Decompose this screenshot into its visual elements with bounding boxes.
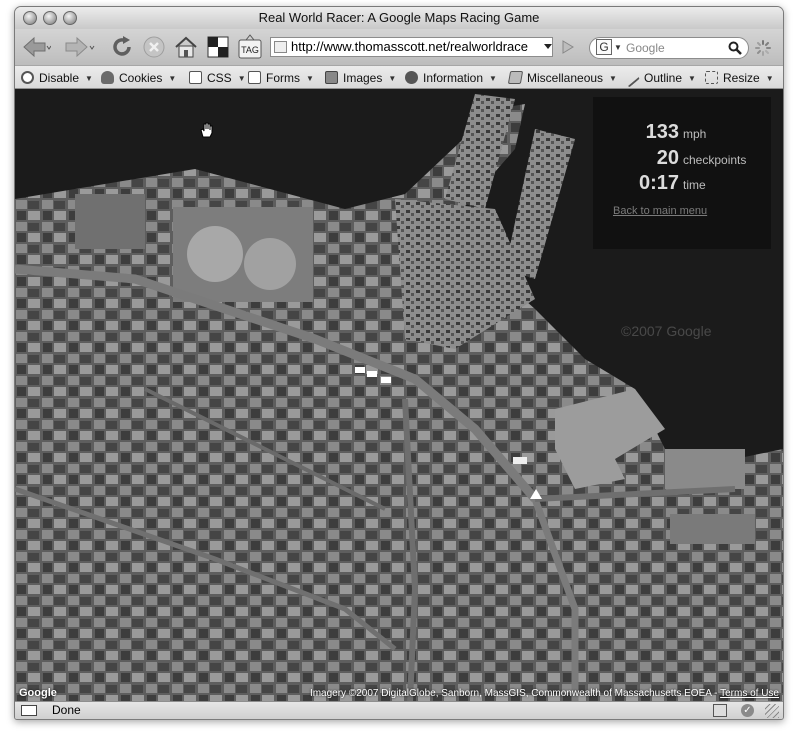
title-bar: Real World Racer: A Google Maps Racing G… bbox=[15, 7, 783, 29]
wd-miscellaneous-label: Miscellaneous bbox=[527, 71, 604, 85]
wd-outline-label: Outline bbox=[644, 71, 683, 85]
reload-icon bbox=[113, 36, 131, 56]
web-developer-toolbar: Disable ▼ Cookies ▼ CSS ▼ Forms ▼ Images ▼ In… bbox=[15, 65, 783, 89]
page-info-icon[interactable] bbox=[21, 705, 37, 716]
chevron-down-icon: ▼ bbox=[688, 74, 696, 83]
search-icon[interactable] bbox=[728, 41, 742, 55]
chevron-down-icon: ▼ bbox=[168, 74, 177, 83]
wd-miscellaneous-menu[interactable]: Miscellaneous ▼ bbox=[507, 70, 617, 86]
wd-disable-menu[interactable]: Disable ▼ bbox=[21, 70, 93, 86]
back-to-main-menu-link[interactable]: Back to main menu bbox=[613, 205, 707, 217]
checkpoints-value: 20 bbox=[656, 147, 679, 169]
reload-button[interactable] bbox=[109, 34, 135, 60]
hand-cursor-icon bbox=[200, 122, 213, 138]
map-attribution: Imagery ©2007 DigitalGlobe, Sanborn, Mas… bbox=[310, 688, 779, 699]
navigation-toolbar: TAG http://www.thomasscott.net/realworld… bbox=[15, 29, 783, 65]
wd-disable-label: Disable bbox=[39, 71, 80, 85]
search-placeholder: Google bbox=[626, 41, 665, 55]
wd-css-label: CSS bbox=[207, 71, 232, 85]
forward-button[interactable] bbox=[59, 34, 99, 60]
chevron-down-icon: ▼ bbox=[489, 74, 497, 83]
chevron-down-icon: ▼ bbox=[85, 74, 93, 83]
terms-of-use-link[interactable]: Terms of Use bbox=[720, 688, 779, 699]
time-unit: time bbox=[683, 178, 706, 192]
window-title: Real World Racer: A Google Maps Racing G… bbox=[258, 10, 540, 25]
wd-images-menu[interactable]: Images ▼ bbox=[325, 70, 396, 86]
resize-grip-icon[interactable] bbox=[765, 704, 779, 718]
wd-information-label: Information bbox=[423, 71, 484, 85]
close-window-button[interactable] bbox=[23, 11, 37, 25]
wd-information-menu[interactable]: Information ▼ bbox=[405, 70, 497, 86]
satellite-map[interactable]: ©2007 Google 133 mph 20 checkpoints 0:17… bbox=[15, 89, 783, 701]
search-field[interactable]: G ▼ Google bbox=[589, 37, 749, 59]
css-icon bbox=[189, 71, 202, 84]
wd-images-label: Images bbox=[343, 71, 383, 85]
wd-forms-label: Forms bbox=[266, 71, 300, 85]
disable-icon bbox=[21, 71, 34, 84]
bookmark-checker-button[interactable] bbox=[205, 34, 231, 60]
check-icon[interactable]: ✓ bbox=[741, 704, 754, 717]
url-field[interactable]: http://www.thomasscott.net/realworldrace bbox=[270, 37, 553, 57]
resize-icon bbox=[705, 71, 718, 84]
checkerboard-icon bbox=[207, 36, 229, 58]
images-icon bbox=[325, 71, 338, 84]
map-watermark: ©2007 Google bbox=[621, 323, 712, 339]
checkpoints-unit: checkpoints bbox=[683, 153, 747, 167]
race-hud-panel: 133 mph 20 checkpoints 0:17 time Back to… bbox=[593, 97, 771, 249]
miscellaneous-icon bbox=[507, 71, 524, 84]
google-logo[interactable]: Google bbox=[19, 687, 57, 699]
cookies-icon bbox=[101, 71, 114, 84]
loading-throbber-icon bbox=[755, 40, 771, 56]
chevron-down-icon: ▼ bbox=[306, 74, 314, 83]
wd-cookies-label: Cookies bbox=[119, 71, 163, 85]
home-button[interactable] bbox=[173, 34, 199, 60]
wd-resize-label: Resize bbox=[723, 71, 760, 85]
attribution-text: Imagery ©2007 DigitalGlobe, Sanborn, Mas… bbox=[309, 688, 721, 699]
stop-icon bbox=[143, 36, 165, 58]
status-bar: Done ✓ bbox=[15, 701, 783, 719]
back-button[interactable] bbox=[19, 34, 53, 60]
stop-button[interactable] bbox=[141, 34, 167, 60]
chevron-down-icon: ▼ bbox=[237, 74, 246, 83]
wd-resize-menu[interactable]: Resize ▼ bbox=[705, 70, 774, 86]
chevron-down-icon: ▼ bbox=[388, 74, 397, 83]
search-engine-dropdown-icon[interactable]: ▼ bbox=[614, 38, 622, 58]
chevron-down-icon: ▼ bbox=[609, 74, 617, 83]
forms-icon bbox=[248, 71, 261, 84]
go-button[interactable] bbox=[557, 34, 579, 60]
tag-button-label: TAG bbox=[241, 45, 259, 55]
minimize-window-button[interactable] bbox=[43, 11, 57, 25]
browser-window: Real World Racer: A Google Maps Racing G… bbox=[14, 6, 784, 720]
go-arrow-icon bbox=[562, 40, 574, 54]
wd-forms-menu[interactable]: Forms ▼ bbox=[248, 70, 314, 86]
time-value: 0:17 bbox=[638, 172, 679, 194]
web-developer-status-icon[interactable] bbox=[713, 704, 727, 717]
tag-button[interactable]: TAG bbox=[237, 34, 263, 60]
back-arrow-icon bbox=[23, 36, 51, 58]
zoom-window-button[interactable] bbox=[63, 11, 77, 25]
chevron-down-icon: ▼ bbox=[765, 74, 774, 83]
site-favicon bbox=[274, 41, 287, 53]
speed-value: 133 bbox=[645, 121, 679, 143]
speed-unit: mph bbox=[683, 127, 707, 141]
status-text: Done bbox=[52, 703, 81, 717]
chevron-down-icon[interactable] bbox=[543, 43, 553, 51]
information-icon bbox=[405, 71, 418, 84]
search-engine-icon[interactable]: G bbox=[596, 39, 612, 55]
wd-outline-menu[interactable]: Outline ▼ bbox=[624, 70, 696, 88]
wd-css-menu[interactable]: CSS ▼ bbox=[189, 70, 246, 86]
wd-cookies-menu[interactable]: Cookies ▼ bbox=[101, 70, 176, 86]
forward-arrow-icon bbox=[65, 36, 95, 58]
outline-icon bbox=[624, 72, 640, 88]
home-icon bbox=[175, 36, 197, 58]
url-text: http://www.thomasscott.net/realworldrace bbox=[291, 39, 528, 54]
